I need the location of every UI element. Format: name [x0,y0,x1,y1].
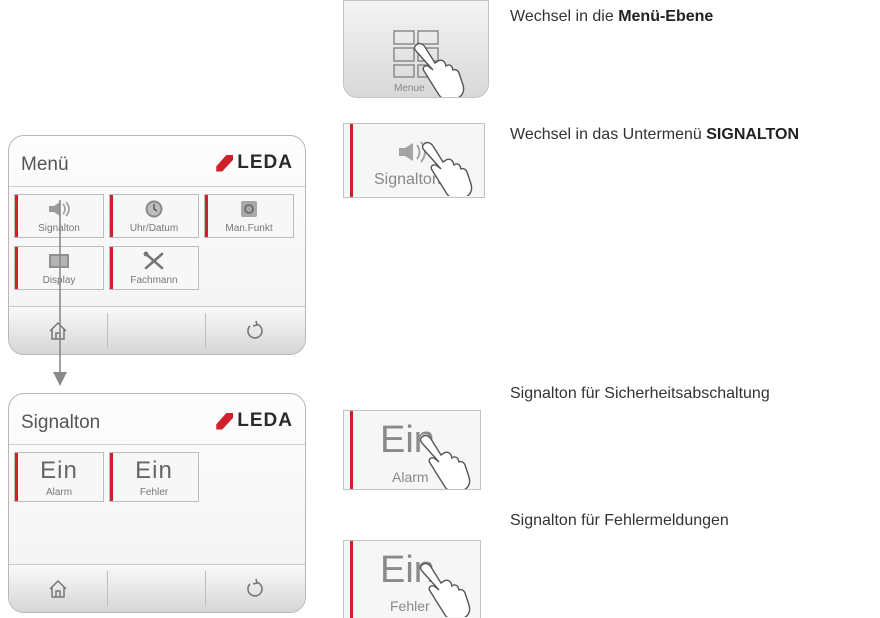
back-button[interactable] [205,307,305,354]
home-icon [49,579,67,598]
tile-fehler[interactable]: Ein Fehler [109,452,199,502]
leda-logo: LEDA [216,152,293,174]
note-text: Wechsel in das Untermenü [510,126,707,143]
menue-button-zoom[interactable]: Menue [343,0,489,98]
leda-logo-text: LEDA [237,152,293,173]
accent-bar [350,411,353,489]
hand-pointer-icon [419,434,471,489]
tile-label: Man.Funkt [225,223,273,234]
screen-title: Menü [21,154,69,175]
tile-label: Fachmann [130,275,178,286]
hand-pointer-icon [419,562,471,617]
tile-label: Fehler [139,487,169,498]
note-emphasis: SIGNALTON [706,126,799,143]
accent-bar [350,541,353,618]
note-fehler: Signalton für Fehlermeldungen [510,512,729,529]
signalton-button-zoom[interactable]: Signalton [343,123,485,198]
bottom-bar [9,564,305,612]
leda-logo-mark [216,154,234,172]
hand-pointer-icon [421,141,473,196]
fehler-button-zoom[interactable]: Ein Fehler [343,540,481,618]
back-button[interactable] [205,565,305,612]
tile-label: Alarm [45,487,73,498]
accent-bar [350,124,353,197]
header-divider [9,186,305,187]
tile-value: Ein [40,457,78,484]
tile-value: Ein [135,457,173,484]
tools-icon [110,251,198,271]
note-untermenue-signalton: Wechsel in das Untermenü SIGNALTON [510,126,799,144]
empty-bar-cell [107,565,205,612]
tile-alarm[interactable]: Ein Alarm [14,452,104,502]
navigation-arrow [53,200,67,386]
manual-function-icon [205,199,293,219]
home-button[interactable] [9,565,107,612]
note-alarm: Signalton für Sicherheitsabschaltung [510,385,770,402]
empty-bar-cell [107,307,205,354]
tile-fachmann[interactable]: Fachmann [109,246,199,290]
hand-pointer-icon [413,42,465,97]
note-text: Wechsel in die [510,8,619,25]
tile-man-funkt[interactable]: Man.Funkt [204,194,294,238]
leda-logo-mark [216,412,234,430]
back-icon [247,578,263,597]
screen-title: Signalton [21,412,101,433]
note-emphasis: Menü-Ebene [618,8,714,25]
signalton-screen: Signalton LEDA Ein Alarm Ein Fehler [8,393,306,613]
header-divider [9,444,305,445]
alarm-button-zoom[interactable]: Ein Alarm [343,410,481,490]
leda-logo-text: LEDA [237,410,293,431]
clock-icon [110,199,198,219]
note-menu-ebene: Wechsel in die Menü-Ebene [510,8,713,26]
tile-uhr-datum[interactable]: Uhr/Datum [109,194,199,238]
leda-logo: LEDA [216,410,293,432]
back-icon [247,320,263,339]
tile-label: Uhr/Datum [129,223,179,234]
